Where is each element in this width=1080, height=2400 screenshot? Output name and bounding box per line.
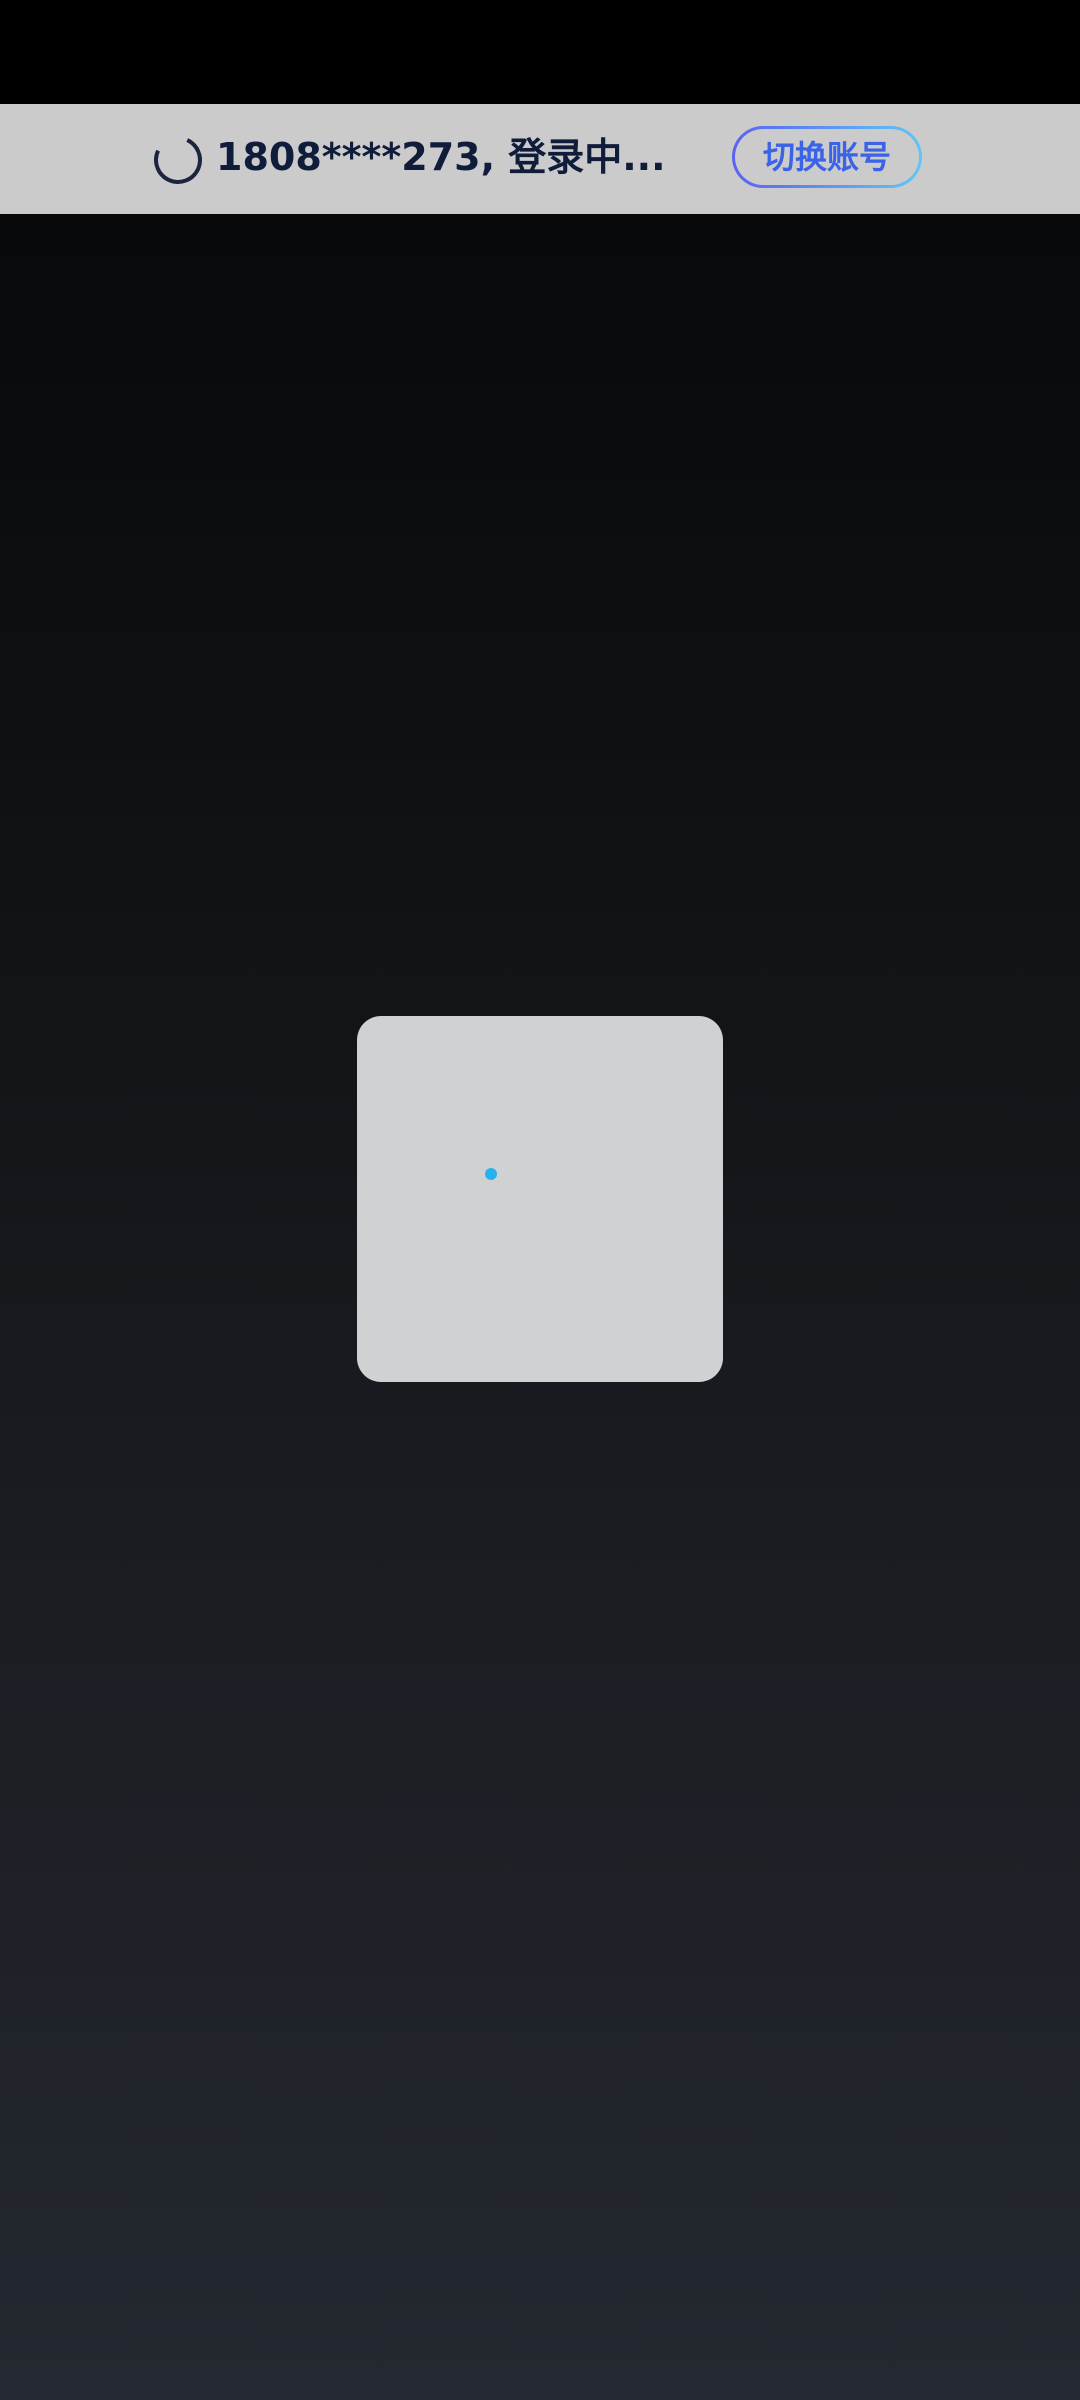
account-status-text: 1808****273, 登录中... bbox=[216, 135, 666, 179]
loading-dot-icon bbox=[485, 1168, 497, 1180]
loading-card bbox=[357, 1016, 723, 1382]
switch-account-button[interactable]: 切换账号 bbox=[732, 126, 922, 188]
status-bar bbox=[0, 0, 1080, 104]
